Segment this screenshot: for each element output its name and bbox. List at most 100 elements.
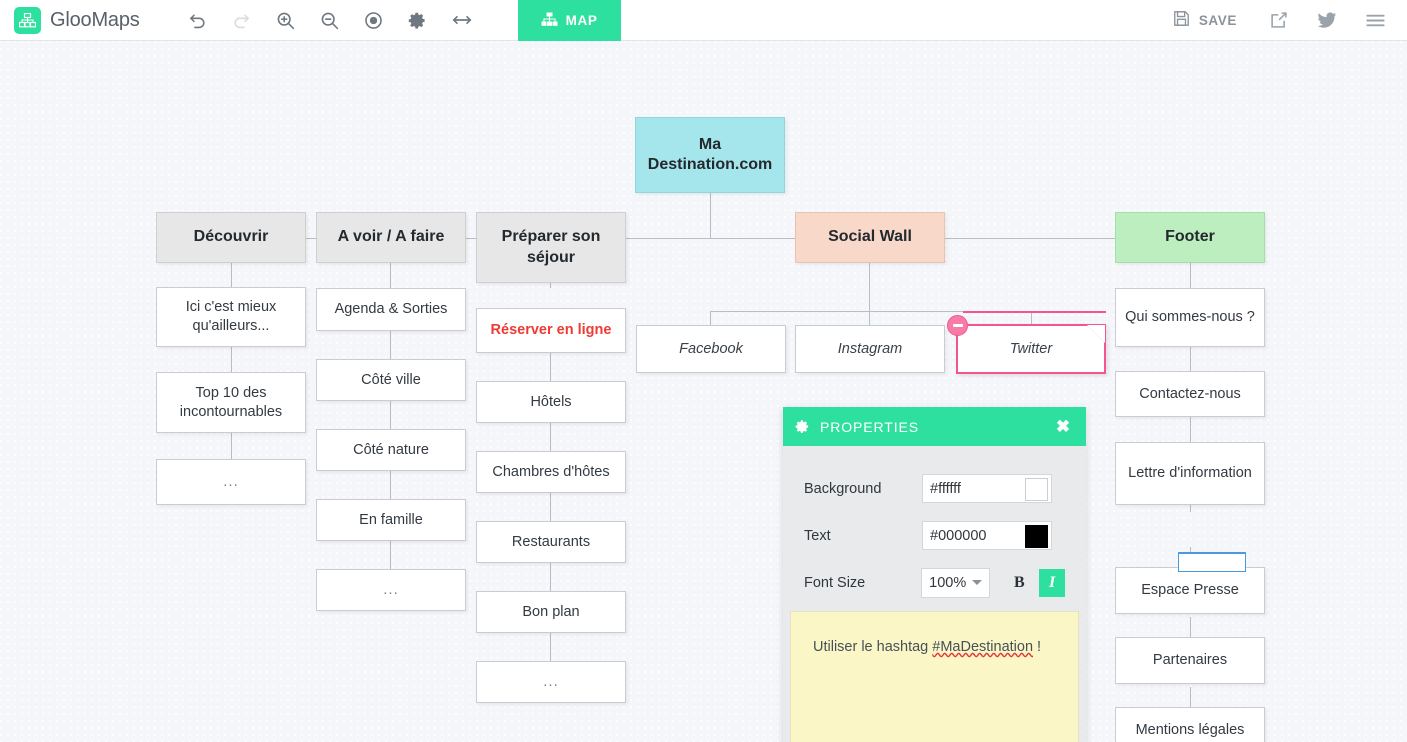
twitter-button[interactable] — [1305, 0, 1349, 41]
node-header-social-wall[interactable]: Social Wall — [795, 212, 945, 263]
node-preparer-more[interactable]: ... — [476, 661, 626, 703]
note-prefix: Utiliser le hashtag — [813, 639, 933, 655]
redo-button[interactable] — [222, 0, 262, 41]
connector — [710, 311, 711, 325]
node-facebook[interactable]: Facebook — [636, 325, 786, 373]
zoom-out-button[interactable] — [310, 0, 350, 41]
fit-width-button[interactable] — [442, 0, 482, 41]
node-root[interactable]: Ma Destination.com — [635, 117, 785, 193]
node-label: En famille — [359, 511, 423, 528]
node-label: Ici c'est mieux qu'ailleurs... — [185, 299, 277, 334]
connector — [1190, 347, 1191, 371]
node-cote-ville[interactable]: Côté ville — [316, 359, 466, 401]
tab-map[interactable]: MAP — [517, 0, 621, 41]
node-label: Réserver en ligne — [490, 322, 612, 339]
connector — [390, 401, 391, 429]
node-label: Qui sommes-nous ? — [1125, 309, 1255, 326]
node-decouvrir-more[interactable]: ... — [156, 459, 306, 505]
node-label: ... — [383, 581, 399, 599]
connector — [390, 331, 391, 359]
bold-button[interactable]: B — [1007, 570, 1031, 596]
node-reserver-en-ligne[interactable]: Réserver en ligne — [476, 308, 626, 353]
node-label: Chambres d'hôtes — [492, 463, 610, 480]
italic-button[interactable]: I — [1039, 568, 1065, 597]
node-header-preparer-sejour[interactable]: Préparer son séjour — [476, 212, 626, 283]
node-qui-sommes-nous[interactable]: Qui sommes-nous ? — [1115, 288, 1265, 347]
gear-icon — [795, 419, 810, 434]
background-color-swatch[interactable] — [1025, 478, 1048, 501]
hamburger-menu-button[interactable] — [1353, 0, 1397, 41]
note-hashtag: #MaDestination — [932, 639, 1034, 655]
connector — [550, 633, 551, 661]
text-color-row: Text — [804, 512, 1065, 559]
brand[interactable]: GlooMaps — [0, 0, 150, 40]
node-label: A voir / A faire — [337, 228, 445, 246]
settings-gear-button[interactable] — [398, 0, 438, 41]
text-color-swatch[interactable] — [1025, 525, 1048, 548]
node-en-famille[interactable]: En famille — [316, 499, 466, 541]
node-restaurants[interactable]: Restaurants — [476, 521, 626, 563]
undo-button[interactable] — [178, 0, 218, 41]
node-ici-cest-mieux[interactable]: Ici c'est mieux qu'ailleurs... — [156, 287, 306, 347]
connector — [550, 563, 551, 591]
zoom-in-button[interactable] — [266, 0, 306, 41]
node-header-avoir-afaire[interactable]: A voir / A faire — [316, 212, 466, 263]
node-lettre-dinformation[interactable]: Lettre d'information — [1115, 442, 1265, 505]
text-color-field[interactable] — [922, 521, 1052, 550]
text-label: Text — [804, 527, 831, 544]
font-size-select[interactable]: 100% — [921, 567, 991, 598]
close-icon[interactable]: ✖ — [1053, 416, 1074, 437]
share-button[interactable] — [1257, 0, 1301, 41]
node-label: Restaurants — [511, 533, 591, 550]
font-size-label: Font Size — [804, 574, 866, 591]
node-bon-plan[interactable]: Bon plan — [476, 591, 626, 633]
selected-connector — [963, 310, 1106, 313]
drop-indicator — [1178, 552, 1246, 572]
node-root-line2: Destination.com — [647, 156, 773, 173]
connector — [550, 493, 551, 521]
floppy-disk-icon — [1172, 9, 1191, 31]
sitemap-canvas[interactable]: Ma Destination.com Découvrir A voir / A … — [0, 41, 1407, 742]
save-button[interactable]: SAVE — [1156, 0, 1253, 41]
node-espace-presse[interactable]: Espace Presse — [1115, 567, 1265, 614]
font-size-value: 100% — [929, 574, 967, 591]
properties-panel: PROPERTIES ✖ Background Text Font Size — [783, 407, 1086, 742]
node-label: Côté nature — [353, 441, 429, 458]
node-instagram[interactable]: Instagram — [795, 325, 945, 373]
text-color-input[interactable] — [930, 527, 1016, 544]
node-agenda-sorties[interactable]: Agenda & Sorties — [316, 288, 466, 331]
node-label: Agenda & Sorties — [334, 301, 448, 318]
node-label: Footer — [1165, 228, 1215, 246]
background-color-input[interactable] — [930, 480, 1016, 497]
node-text-editor[interactable]: Utiliser le hashtag #MaDestination ! — [790, 611, 1079, 742]
background-color-field[interactable] — [922, 474, 1052, 503]
node-header-footer[interactable]: Footer — [1115, 212, 1265, 263]
connector — [550, 423, 551, 451]
node-label: Préparer son séjour — [501, 228, 601, 266]
background-label: Background — [804, 480, 882, 497]
node-partenaires[interactable]: Partenaires — [1115, 637, 1265, 684]
node-cote-nature[interactable]: Côté nature — [316, 429, 466, 471]
properties-title: PROPERTIES — [820, 418, 919, 435]
node-hotels[interactable]: Hôtels — [476, 381, 626, 423]
node-contactez-nous[interactable]: Contactez-nous — [1115, 371, 1265, 417]
node-label: Social Wall — [828, 228, 912, 246]
center-map-button[interactable] — [354, 0, 394, 41]
node-label: Espace Presse — [1141, 582, 1239, 599]
connector — [231, 347, 232, 372]
node-label: ... — [543, 673, 559, 691]
node-avoir-more[interactable]: ... — [316, 569, 466, 611]
node-mentions-legales[interactable]: Mentions légales — [1115, 707, 1265, 742]
save-label: SAVE — [1198, 12, 1237, 28]
sitemap-icon — [541, 12, 558, 30]
node-chambres-dhotes[interactable]: Chambres d'hôtes — [476, 451, 626, 493]
node-twitter[interactable]: Twitter — [947, 315, 1106, 374]
tab-map-label: MAP — [565, 13, 598, 28]
delete-node-button[interactable] — [947, 315, 968, 336]
connector — [550, 353, 551, 381]
node-label: Découvrir — [193, 228, 269, 246]
node-top10-incontournables[interactable]: Top 10 des incontournables — [156, 372, 306, 433]
node-header-decouvrir[interactable]: Découvrir — [156, 212, 306, 263]
connector — [390, 541, 391, 569]
connector — [1031, 311, 1032, 325]
